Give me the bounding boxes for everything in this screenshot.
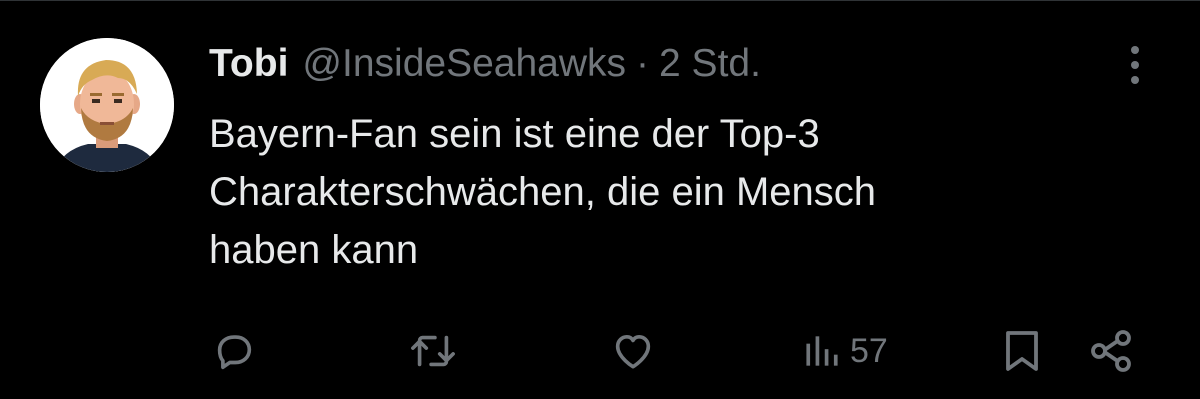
bookmark-button[interactable] — [1000, 323, 1044, 379]
reply-icon — [217, 335, 252, 370]
timestamp[interactable]: 2 Std. — [659, 39, 761, 89]
heart-icon — [615, 334, 651, 369]
user-handle[interactable]: @InsideSeahawks — [302, 39, 626, 89]
views-bar-chart-icon — [806, 336, 838, 366]
views-button[interactable]: 57 — [802, 323, 888, 379]
like-button[interactable] — [609, 323, 657, 379]
bookmark-icon — [1006, 331, 1038, 371]
tweet-text: Bayern-Fan sein ist eine der Top-3 Chara… — [209, 112, 877, 272]
retweet-button[interactable] — [408, 323, 458, 379]
views-count: 57 — [850, 331, 888, 370]
action-bar: 57 — [0, 323, 1200, 379]
share-button[interactable] — [1087, 323, 1135, 379]
reply-button[interactable] — [211, 323, 257, 379]
retweet-icon — [411, 335, 455, 367]
share-icon — [1091, 330, 1131, 372]
more-vertical-icon — [1131, 46, 1139, 54]
tweet-card[interactable]: Tobi @InsideSeahawks · 2 Std. Bayern-Fan… — [0, 0, 1200, 399]
avatar[interactable] — [40, 38, 174, 172]
more-options-button[interactable] — [1118, 41, 1152, 89]
tweet-header: Tobi @InsideSeahawks · 2 Std. — [209, 39, 761, 89]
separator-dot: · — [636, 42, 650, 85]
avatar-image — [40, 38, 174, 172]
display-name[interactable]: Tobi — [209, 39, 288, 89]
